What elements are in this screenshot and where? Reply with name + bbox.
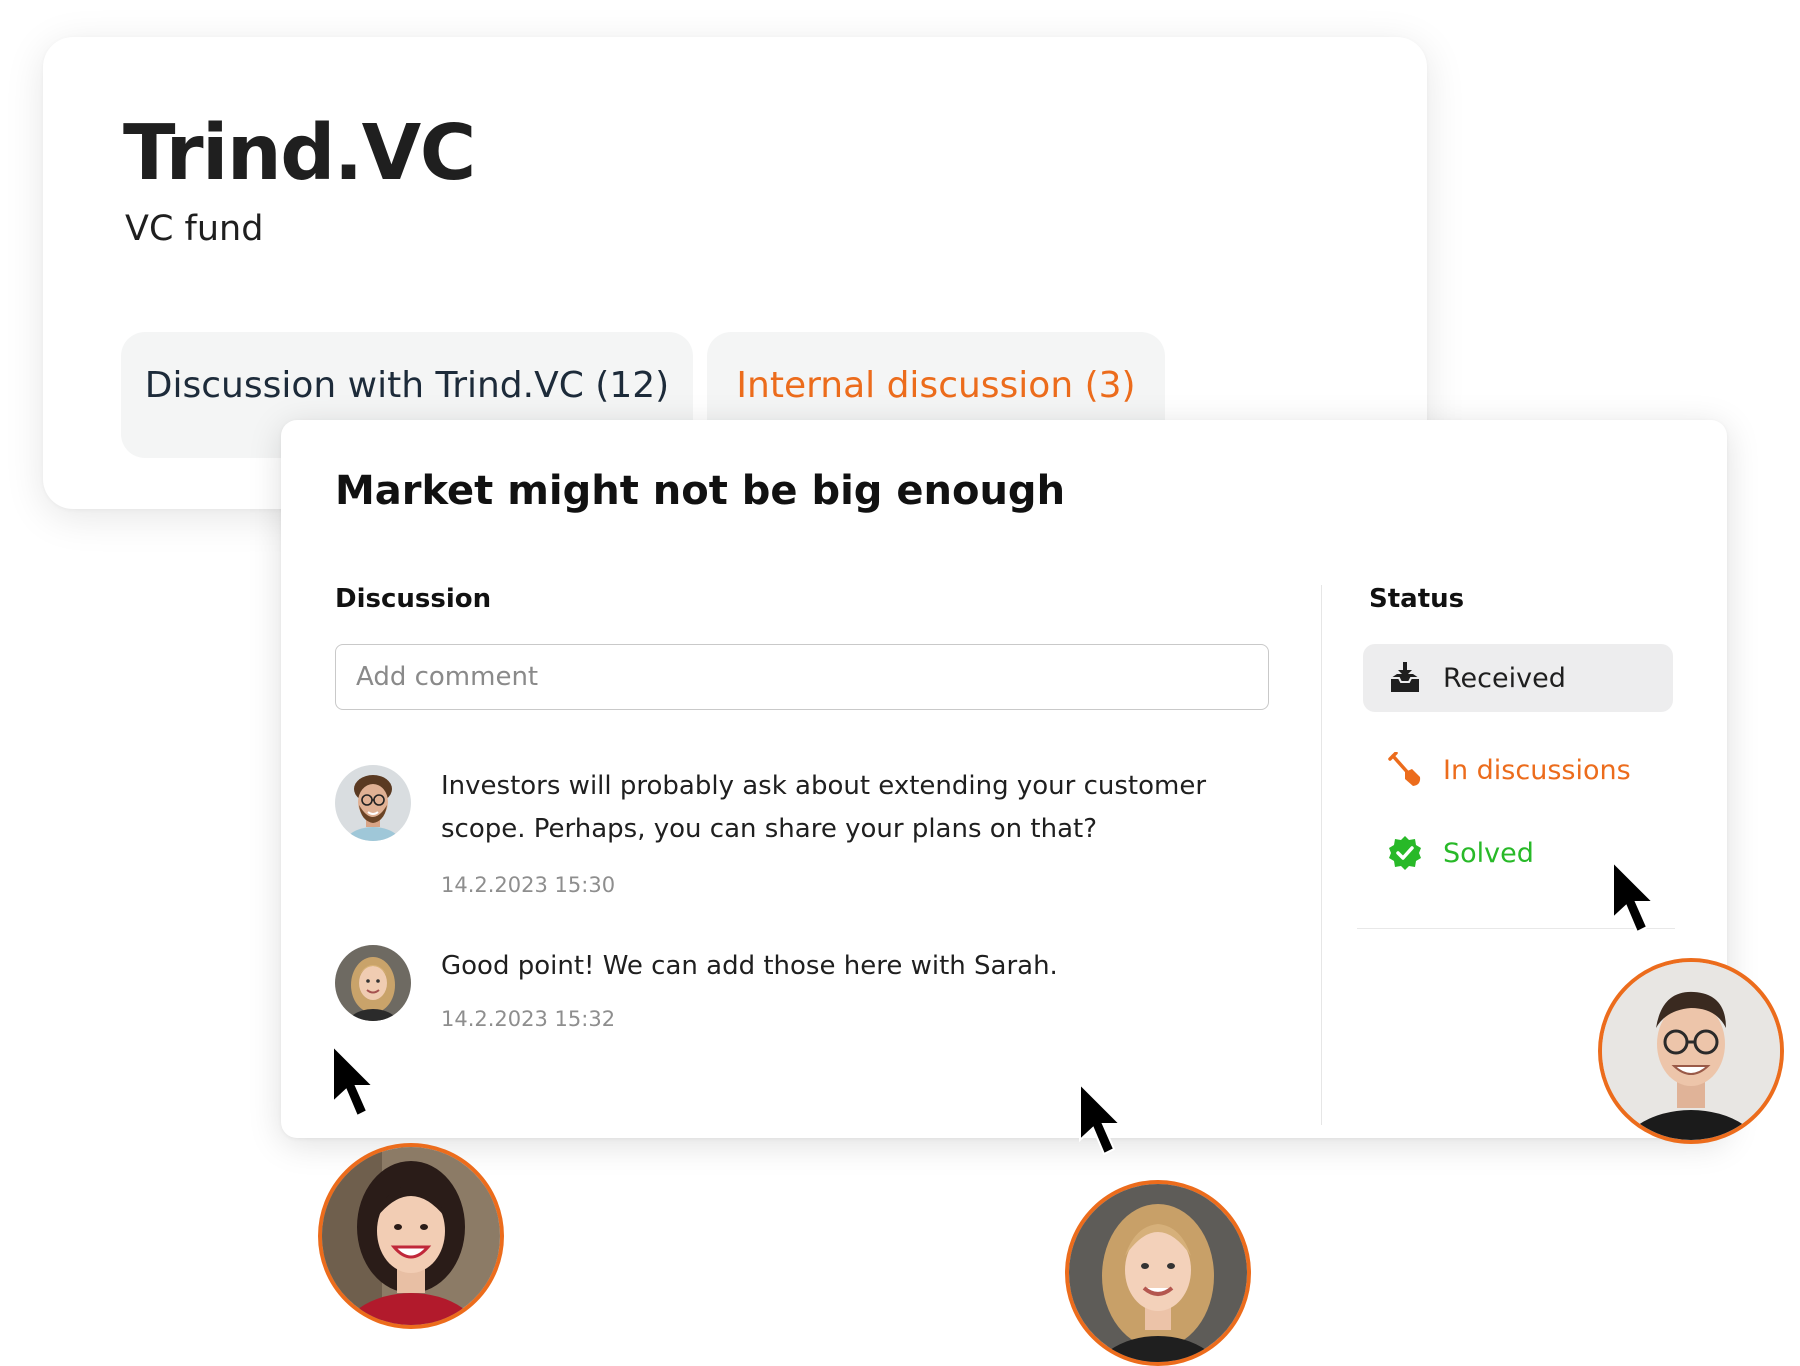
- cursor-icon: [332, 1044, 376, 1118]
- organization-type: VC fund: [125, 209, 264, 249]
- status-option-received[interactable]: Received: [1363, 644, 1673, 712]
- cursor-icon: [1612, 860, 1656, 934]
- blonde-woman-avatar: [335, 945, 411, 1021]
- verified-badge-icon: [1389, 836, 1421, 870]
- column-divider: [1321, 585, 1322, 1125]
- organization-name: Trind.VC: [123, 109, 476, 198]
- cursor-icon: [1079, 1082, 1123, 1156]
- comment-text: Good point! We can add those here with S…: [441, 951, 1058, 981]
- man-glasses-avatar: [1598, 958, 1784, 1144]
- tab-label: Discussion with Trind.VC (12): [144, 365, 670, 406]
- comment-timestamp: 14.2.2023 15:30: [441, 873, 616, 897]
- status-heading: Status: [1369, 584, 1465, 614]
- comment-timestamp: 14.2.2023 15:32: [441, 1007, 616, 1031]
- shovel-icon: [1388, 752, 1421, 786]
- bearded-man-glasses-avatar: [335, 765, 411, 841]
- dark-haired-woman-avatar: [318, 1143, 504, 1329]
- status-label: Solved: [1443, 837, 1534, 869]
- discussion-heading: Discussion: [335, 584, 492, 614]
- inbox-tray-icon: [1391, 662, 1419, 692]
- issue-title: Market might not be big enough: [335, 468, 1066, 514]
- status-option-in-discussions[interactable]: In discussions: [1363, 736, 1673, 804]
- status-label: In discussions: [1443, 754, 1631, 786]
- status-label: Received: [1443, 662, 1566, 694]
- tab-label: Internal discussion (3): [736, 365, 1136, 406]
- blonde-woman-avatar: [1065, 1180, 1251, 1366]
- issue-card: Market might not be big enough Discussio…: [281, 420, 1727, 1138]
- add-comment-input[interactable]: [335, 644, 1269, 710]
- comment-text: Investors will probably ask about extend…: [441, 771, 1207, 844]
